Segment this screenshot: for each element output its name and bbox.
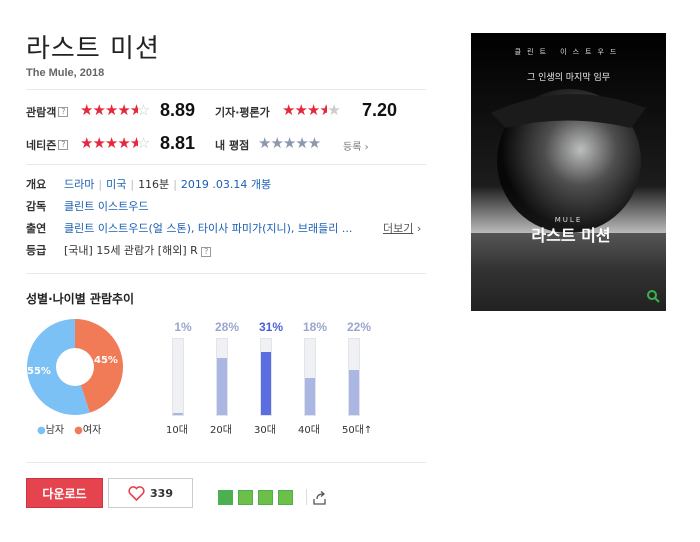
more-text: 더보기	[383, 222, 414, 235]
age-bar-track	[304, 338, 316, 416]
like-count: 339	[150, 486, 173, 500]
movie-poster[interactable]: 클린트 이스트우드 그 인생의 마지막 임무 MULE 라스트 미션	[471, 33, 666, 311]
trend-title: 성별·나이별 관람추이	[26, 292, 135, 306]
download-button[interactable]: 다운로드	[26, 478, 103, 508]
legend-male: ●남자	[37, 425, 65, 436]
bookmark-share-icon[interactable]	[258, 490, 273, 505]
genre-link[interactable]: 드라마	[64, 178, 94, 191]
poster-en-title: MULE	[554, 216, 583, 224]
heart-icon	[128, 485, 145, 501]
age-label: 50대↑	[342, 425, 373, 436]
divider	[306, 489, 307, 505]
director-label: 감독	[26, 200, 47, 213]
cast-links[interactable]: 클린트 이스트우드(얼 스톤), 타이사 파미가(지니), 브래들리 ...	[64, 220, 379, 236]
legend-female-text: 여자	[82, 425, 102, 436]
poster-top-text: 클린트 이스트우드	[514, 48, 623, 56]
age-bar	[217, 358, 227, 415]
age-pct-label: 1%	[174, 320, 192, 334]
grade-label: 등급	[26, 244, 47, 257]
legend-female: ●여자	[74, 425, 102, 436]
age-bar	[349, 370, 359, 415]
blog-share-icon[interactable]	[218, 490, 233, 505]
director-link[interactable]: 클린트 이스트우드	[64, 198, 148, 214]
more-link[interactable]: 더보기 ›	[383, 220, 421, 236]
critics-score: 7.20	[362, 100, 398, 120]
audience-stars: ★★★★★☆	[80, 101, 150, 119]
age-pct-label: 18%	[302, 320, 328, 334]
share-icon[interactable]	[312, 490, 328, 506]
divider	[26, 462, 426, 463]
age-bar	[261, 352, 271, 415]
age-label: 30대	[254, 425, 276, 436]
age-label: 10대	[166, 425, 188, 436]
poster-ko-title: 라스트 미션	[531, 226, 611, 245]
runtime: 116분	[138, 178, 170, 191]
movie-title: 라스트 미션	[26, 34, 160, 64]
age-bar-track	[348, 338, 360, 416]
age-label: 40대	[298, 425, 320, 436]
my-rating-stars[interactable]: ★★★★★	[258, 135, 321, 151]
critics-label-text: 기자·평론가	[215, 106, 270, 119]
help-icon[interactable]: ?	[201, 247, 212, 257]
audience-rating-label: 관람객 ?	[26, 104, 69, 120]
release-date-link[interactable]: 2019 .03.14 개봉	[181, 178, 271, 191]
my-rating-label: 내 평점	[215, 137, 249, 153]
share-icons	[218, 490, 293, 505]
critics-rating-label: 기자·평론가	[215, 104, 270, 120]
divider	[26, 273, 426, 274]
audience-score: 8.89	[160, 100, 196, 120]
audience-label-text: 관람객	[26, 106, 57, 119]
age-pct-label: 22%	[346, 320, 372, 334]
poster-tagline: 그 인생의 마지막 임무	[526, 73, 611, 83]
grade-value: [국내] 15세 관람가 [해외] R ?	[64, 242, 212, 258]
netizen-rating-label: 네티즌 ?	[26, 137, 69, 153]
age-bar-track	[172, 338, 184, 416]
rate-register-link[interactable]: 등록 ›	[343, 138, 369, 153]
critics-stars: ★★★★★	[282, 101, 341, 119]
age-pct-label: 31%	[258, 320, 284, 334]
netizen-score: 8.81	[160, 133, 196, 153]
age-bar-track	[216, 338, 228, 416]
overview-label: 개요	[26, 178, 47, 191]
help-icon[interactable]: ?	[58, 107, 69, 117]
rate-register-text: 등록	[343, 142, 362, 153]
female-pct-label: 45%	[94, 355, 118, 366]
divider	[26, 89, 426, 90]
cast-label: 출연	[26, 222, 47, 235]
age-bar	[173, 413, 183, 415]
my-rating-text: 내 평점	[215, 139, 250, 152]
age-bar-track	[260, 338, 272, 416]
age-bar	[305, 378, 315, 415]
like-button[interactable]: 339	[108, 478, 193, 508]
grade-text: [국내] 15세 관람가 [해외] R	[64, 244, 198, 257]
divider	[26, 164, 426, 165]
legend-male-text: 남자	[45, 425, 65, 436]
help-icon[interactable]: ?	[58, 140, 69, 150]
male-pct-label: 55%	[27, 366, 51, 377]
overview-values: 드라마 | 미국 | 116분 | 2019 .03.14 개봉	[64, 178, 272, 191]
donut-hole	[56, 348, 94, 386]
gender-legend: ●남자 ●여자	[37, 421, 101, 436]
age-pct-label: 28%	[214, 320, 240, 334]
band-share-icon[interactable]	[278, 490, 293, 505]
netizen-label-text: 네티즌	[26, 139, 57, 152]
age-label: 20대	[210, 425, 232, 436]
country-link[interactable]: 미국	[106, 178, 126, 191]
netizen-stars: ★★★★★☆	[80, 134, 150, 152]
cafe-share-icon[interactable]	[238, 490, 253, 505]
movie-original-title: The Mule, 2018	[26, 67, 105, 79]
